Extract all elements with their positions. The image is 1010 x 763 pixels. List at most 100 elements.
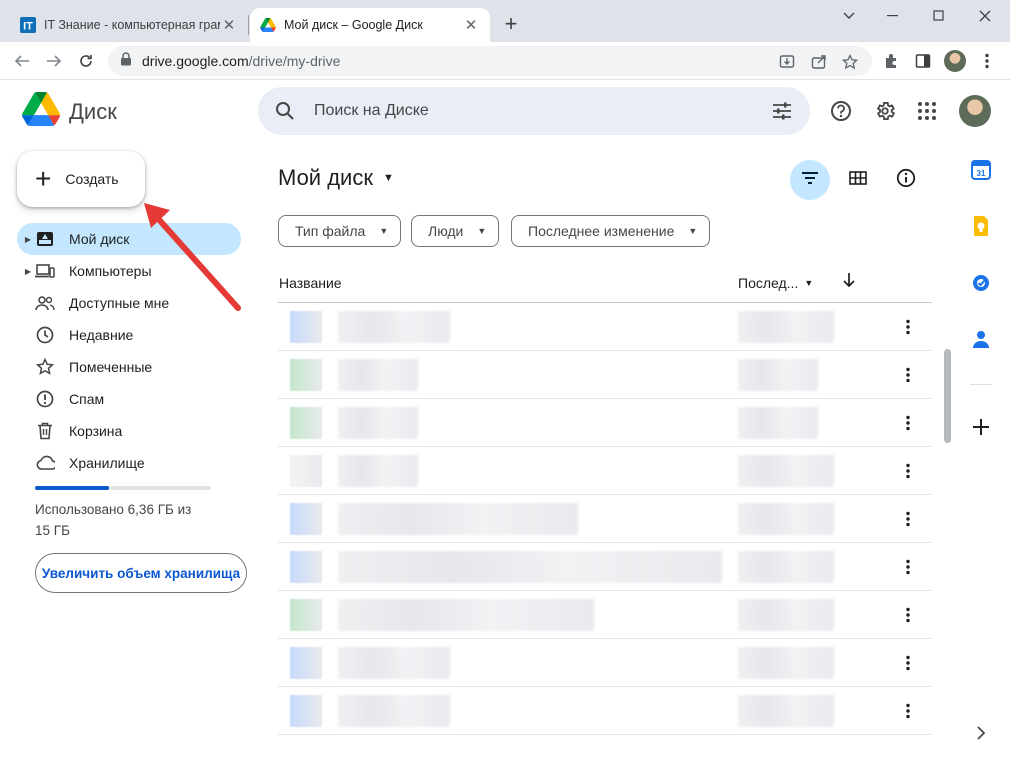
- file-row[interactable]: [278, 639, 932, 687]
- side-panel-icon[interactable]: [909, 47, 937, 75]
- tab-title: Мой диск – Google Диск: [284, 18, 423, 32]
- storage-usage-line: 15 ГБ: [35, 523, 70, 538]
- expand-caret-icon[interactable]: ▶: [23, 235, 33, 244]
- file-row[interactable]: [278, 399, 932, 447]
- url-path: /drive/my-drive: [248, 53, 341, 69]
- apps-grid-icon[interactable]: [913, 97, 941, 125]
- bookmark-star-icon[interactable]: [841, 53, 859, 71]
- tab-search-icon[interactable]: [826, 0, 872, 32]
- close-tab-icon[interactable]: ✕: [462, 16, 480, 34]
- filter-chip-people[interactable]: Люди ▼: [411, 215, 500, 247]
- install-app-icon[interactable]: [778, 53, 796, 71]
- tasks-icon[interactable]: [968, 270, 994, 296]
- browser-menu-icon[interactable]: [973, 47, 1001, 75]
- more-actions-icon[interactable]: [898, 411, 918, 435]
- page-title-text: Мой диск: [278, 165, 373, 190]
- more-actions-icon[interactable]: [898, 699, 918, 723]
- file-modified-blurred: [738, 455, 834, 487]
- sidebar-item-trash[interactable]: Корзина: [17, 415, 241, 447]
- file-row[interactable]: [278, 495, 932, 543]
- file-name-blurred: [338, 695, 450, 727]
- details-info-button[interactable]: [886, 160, 926, 200]
- profile-avatar-icon[interactable]: [941, 47, 969, 75]
- column-header-modified[interactable]: Послед... ▼: [738, 275, 813, 291]
- minimize-button[interactable]: [870, 0, 916, 32]
- lock-icon[interactable]: [120, 51, 132, 71]
- sidebar-item-spam[interactable]: Спам: [17, 383, 241, 415]
- google-drive-favicon-icon: [260, 17, 276, 33]
- scrollbar-thumb[interactable]: [944, 349, 951, 443]
- sidebar-item-label: Помеченные: [69, 359, 153, 375]
- expand-caret-icon[interactable]: ▶: [23, 267, 33, 276]
- share-icon[interactable]: [810, 53, 828, 71]
- back-icon[interactable]: [8, 47, 36, 75]
- search-options-icon[interactable]: [772, 101, 792, 126]
- file-modified-blurred: [738, 599, 834, 631]
- file-name-blurred: [338, 455, 418, 487]
- google-drive-logo[interactable]: [22, 92, 61, 128]
- more-actions-icon[interactable]: [898, 459, 918, 483]
- search-icon[interactable]: [274, 100, 296, 127]
- file-modified-blurred: [738, 695, 834, 727]
- account-avatar[interactable]: [959, 95, 991, 127]
- sidebar-item-recent[interactable]: Недавние: [17, 319, 241, 351]
- forward-icon[interactable]: [40, 47, 68, 75]
- file-row[interactable]: [278, 303, 932, 351]
- reload-icon[interactable]: [72, 47, 100, 75]
- more-actions-icon[interactable]: [898, 651, 918, 675]
- search-bar[interactable]: Поиск на Диске: [258, 87, 810, 135]
- file-row[interactable]: [278, 351, 932, 399]
- my-drive-icon: [35, 229, 55, 249]
- file-row[interactable]: [278, 687, 932, 735]
- sidebar-item-storage[interactable]: Хранилище: [17, 447, 241, 479]
- file-type-icon: [290, 455, 322, 487]
- maximize-button[interactable]: [916, 0, 962, 32]
- chevron-down-icon: ▼: [688, 226, 698, 236]
- file-row[interactable]: [278, 447, 932, 495]
- sort-direction-icon[interactable]: [842, 272, 856, 291]
- file-row[interactable]: [278, 543, 932, 591]
- svg-text:31: 31: [977, 169, 986, 178]
- grid-view-button[interactable]: [838, 160, 878, 200]
- more-actions-icon[interactable]: [898, 315, 918, 339]
- file-row[interactable]: [278, 591, 932, 639]
- close-tab-icon[interactable]: ✕: [220, 16, 238, 34]
- settings-gear-icon[interactable]: [871, 97, 899, 125]
- contacts-icon[interactable]: [968, 326, 994, 352]
- search-input[interactable]: Поиск на Диске: [314, 102, 429, 120]
- more-actions-icon[interactable]: [898, 555, 918, 579]
- chevron-down-icon: ▼: [804, 278, 814, 288]
- filter-chip-last-modified[interactable]: Последнее изменение ▼: [511, 215, 711, 247]
- sidebar-item-label: Недавние: [69, 327, 134, 343]
- calendar-icon[interactable]: 31: [968, 157, 994, 183]
- chevron-down-icon: ▼: [379, 226, 389, 236]
- add-addon-icon[interactable]: [968, 414, 994, 440]
- more-actions-icon[interactable]: [898, 603, 918, 627]
- browser-tab-itznanie[interactable]: IT IT Знание - компьютерная грам ✕: [10, 8, 248, 42]
- extensions-icon[interactable]: [877, 47, 905, 75]
- browser-tab-google-drive[interactable]: Мой диск – Google Диск ✕: [250, 8, 490, 42]
- file-modified-blurred: [738, 551, 834, 583]
- filter-chip-file-type[interactable]: Тип файла ▼: [278, 215, 402, 247]
- help-icon[interactable]: [827, 97, 855, 125]
- svg-text:IT: IT: [23, 21, 33, 33]
- create-button[interactable]: + Создать: [17, 151, 145, 207]
- new-tab-button[interactable]: +: [498, 12, 524, 38]
- file-name-blurred: [338, 503, 578, 535]
- row-divider: [278, 734, 932, 735]
- page-title[interactable]: Мой диск ▼: [278, 165, 394, 191]
- more-actions-icon[interactable]: [898, 507, 918, 531]
- close-window-button[interactable]: [962, 0, 1008, 32]
- app-name: Диск: [69, 99, 117, 124]
- filter-toggle-button[interactable]: [790, 160, 830, 200]
- keep-icon[interactable]: [968, 213, 994, 239]
- chevron-right-icon[interactable]: [968, 720, 994, 746]
- address-bar[interactable]: drive.google.com/drive/my-drive: [108, 46, 872, 76]
- file-type-icon: [290, 647, 322, 679]
- url-host: drive.google.com: [142, 53, 249, 69]
- more-actions-icon[interactable]: [898, 363, 918, 387]
- storage-usage-line: Использовано 6,36 ГБ из: [35, 502, 192, 517]
- sidebar-item-starred[interactable]: Помеченные: [17, 351, 241, 383]
- column-header-name[interactable]: Название: [279, 275, 342, 291]
- upgrade-storage-button[interactable]: Увеличить объем хранилища: [35, 553, 247, 593]
